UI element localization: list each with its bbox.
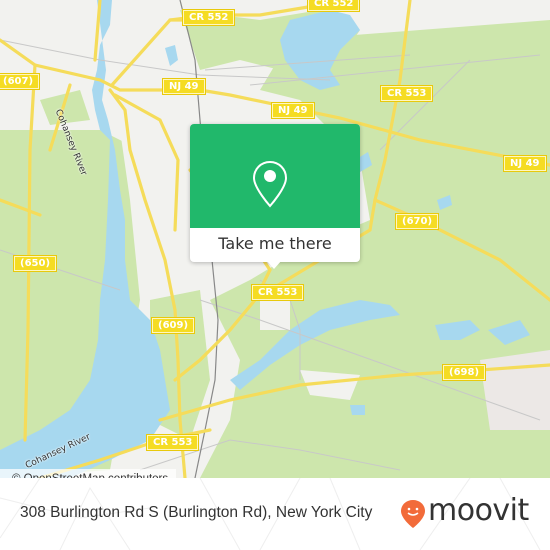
take-me-there-button[interactable]: Take me there — [190, 228, 360, 262]
road-shield-nj49-b: NJ 49 — [271, 102, 315, 119]
road-shield-609: (609) — [150, 317, 196, 334]
road-shield-cr553-bottom: CR 553 — [145, 434, 200, 451]
road-shield-nj49-a: NJ 49 — [162, 78, 206, 95]
road-shield-nj49-c: NJ 49 — [503, 155, 547, 172]
road-shield-cr552-top: CR 552 — [306, 0, 361, 12]
road-shield-607: (607) — [0, 73, 41, 90]
road-shield-670: (670) — [394, 213, 440, 230]
road-shield-650: (650) — [12, 255, 58, 272]
address-text: 308 Burlington Rd S (Burlington Rd), New… — [20, 504, 373, 521]
map-view[interactable]: CR 552 CR 552 (607) NJ 49 NJ 49 CR 553 N… — [0, 0, 550, 478]
location-popup: Take me there — [190, 124, 360, 269]
moovit-wordmark: moovit — [428, 493, 529, 528]
moovit-pin-icon — [401, 500, 425, 528]
popup-pointer — [266, 260, 282, 269]
road-shield-698: (698) — [441, 364, 487, 381]
popup-header — [190, 124, 360, 228]
road-shield-cr553-mid: CR 553 — [250, 284, 305, 301]
road-shield-cr553-top: CR 553 — [379, 85, 434, 102]
location-pin-icon — [252, 160, 288, 208]
map-attribution[interactable]: © OpenStreetMap contributors — [0, 469, 177, 478]
footer-bar: 308 Burlington Rd S (Burlington Rd), New… — [0, 478, 550, 550]
road-shield-cr552-left: CR 552 — [181, 9, 236, 26]
